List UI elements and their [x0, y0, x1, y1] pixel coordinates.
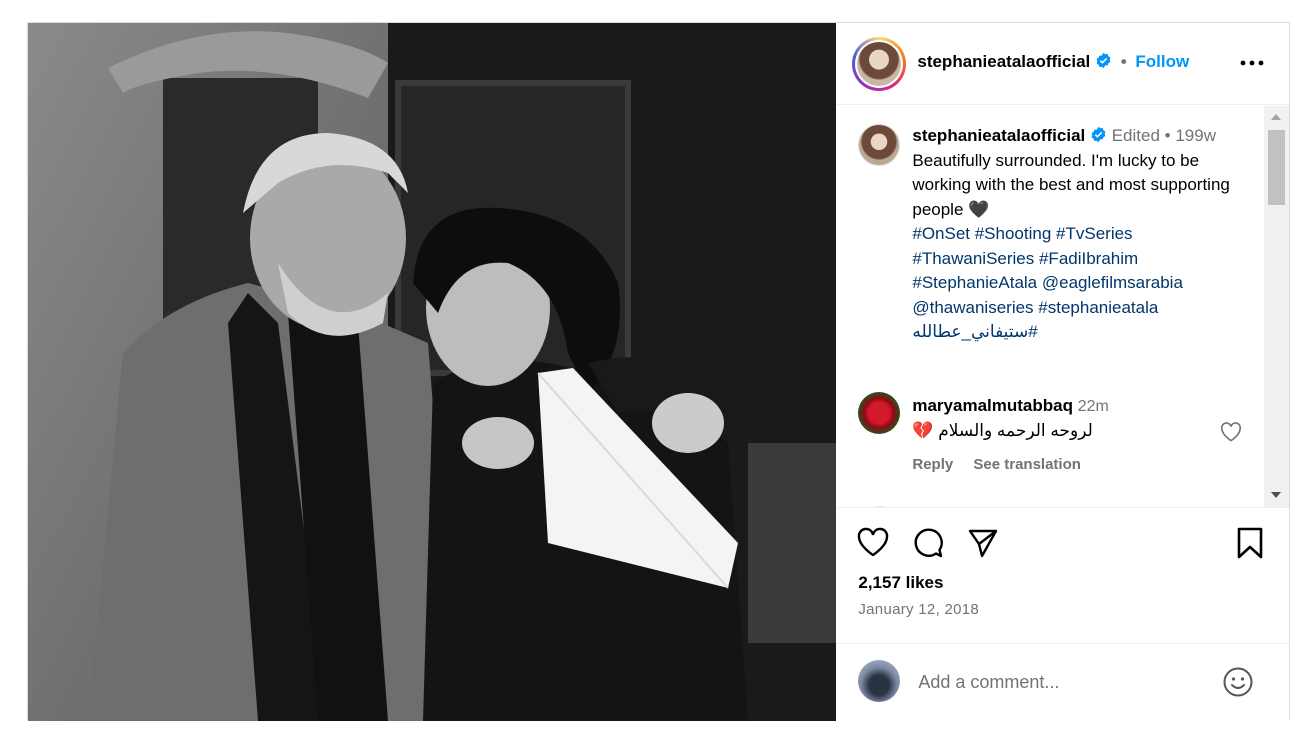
- caption-username[interactable]: stephanieatalaofficial: [912, 126, 1085, 145]
- scrollbar-thumb[interactable]: [1268, 130, 1286, 205]
- comment-username[interactable]: charbellakkis: [912, 507, 1020, 508]
- header-user: stephanieatalaofficial • Follow: [917, 52, 1189, 72]
- caption-edited: Edited: [1111, 126, 1160, 145]
- post-date[interactable]: January 12, 2018: [858, 601, 979, 618]
- see-translation-button[interactable]: See translation: [973, 456, 1081, 473]
- caption-tags-3[interactable]: #StephanieAtala @eaglefilmsarabia: [912, 271, 1257, 296]
- comment-text: 💔 لروحه الرحمه والسلام: [912, 421, 1093, 440]
- post-photo-artwork: [28, 23, 837, 721]
- comment-actions: Reply See translation: [912, 456, 1097, 473]
- caption-avatar[interactable]: [858, 124, 901, 166]
- post-sidebar: stephanieatalaofficial • Follow stephani…: [836, 23, 1290, 721]
- scroll-down-arrow-icon[interactable]: [1271, 492, 1282, 498]
- caption-tags-5[interactable]: #ستيفاني_عطالله: [912, 320, 1257, 345]
- heart-icon[interactable]: [856, 526, 890, 560]
- scrollbar[interactable]: [1264, 106, 1290, 507]
- caption-tags-2[interactable]: #ThawaniSeries #FadiIbrahim: [912, 247, 1257, 272]
- more-options-icon[interactable]: [1239, 53, 1265, 73]
- follow-button[interactable]: Follow: [1135, 52, 1189, 71]
- caption: stephanieatalaofficial Edited • 199w Bea…: [912, 124, 1257, 345]
- add-comment-input[interactable]: [918, 668, 1219, 696]
- caption-tags-1[interactable]: #OnSet #Shooting #TvSeries: [912, 222, 1257, 247]
- caption-text: Beautifully surrounded. I'm lucky to be …: [912, 150, 1230, 219]
- post-photo[interactable]: [28, 23, 837, 721]
- caption-age[interactable]: 199w: [1175, 126, 1216, 145]
- header-username[interactable]: stephanieatalaofficial: [917, 52, 1090, 71]
- post-dialog: stephanieatalaofficial • Follow stephani…: [27, 22, 1290, 721]
- header-separator: •: [1120, 52, 1127, 71]
- likes-count[interactable]: 2,157 likes: [858, 573, 943, 593]
- comment-item: maryamalmutabbaq 22m 💔 لروحه الرحمه والس…: [912, 394, 1252, 443]
- verified-badge-icon: [1091, 126, 1106, 143]
- post-header: stephanieatalaofficial • Follow: [836, 23, 1290, 105]
- comment-avatar[interactable]: [858, 392, 901, 434]
- comment-like-icon[interactable]: [1220, 422, 1242, 442]
- bookmark-icon[interactable]: [1233, 526, 1267, 560]
- scroll-up-arrow-icon[interactable]: [1271, 114, 1282, 120]
- caption-separator: •: [1164, 126, 1171, 145]
- current-user-avatar: [858, 660, 901, 702]
- avatar[interactable]: [857, 42, 902, 86]
- story-ring[interactable]: [852, 37, 907, 91]
- action-bar: [836, 526, 1289, 566]
- comment-username[interactable]: maryamalmutabbaq: [912, 396, 1073, 415]
- reply-button[interactable]: Reply: [912, 456, 953, 473]
- comment-time[interactable]: 22m: [1078, 398, 1109, 415]
- comments-scroll[interactable]: stephanieatalaofficial Edited • 199w Bea…: [836, 106, 1290, 508]
- add-comment-row: [836, 643, 1290, 721]
- verified-badge-icon: [1096, 52, 1111, 69]
- emoji-icon[interactable]: [1222, 666, 1254, 698]
- comment-avatar[interactable]: [858, 506, 901, 507]
- comment-item: charbellakkis 30m: [912, 507, 1056, 508]
- comment-icon[interactable]: [911, 526, 945, 560]
- share-icon[interactable]: [966, 526, 1000, 560]
- caption-tags-4[interactable]: @thawaniseries #stephanieatala: [912, 296, 1257, 321]
